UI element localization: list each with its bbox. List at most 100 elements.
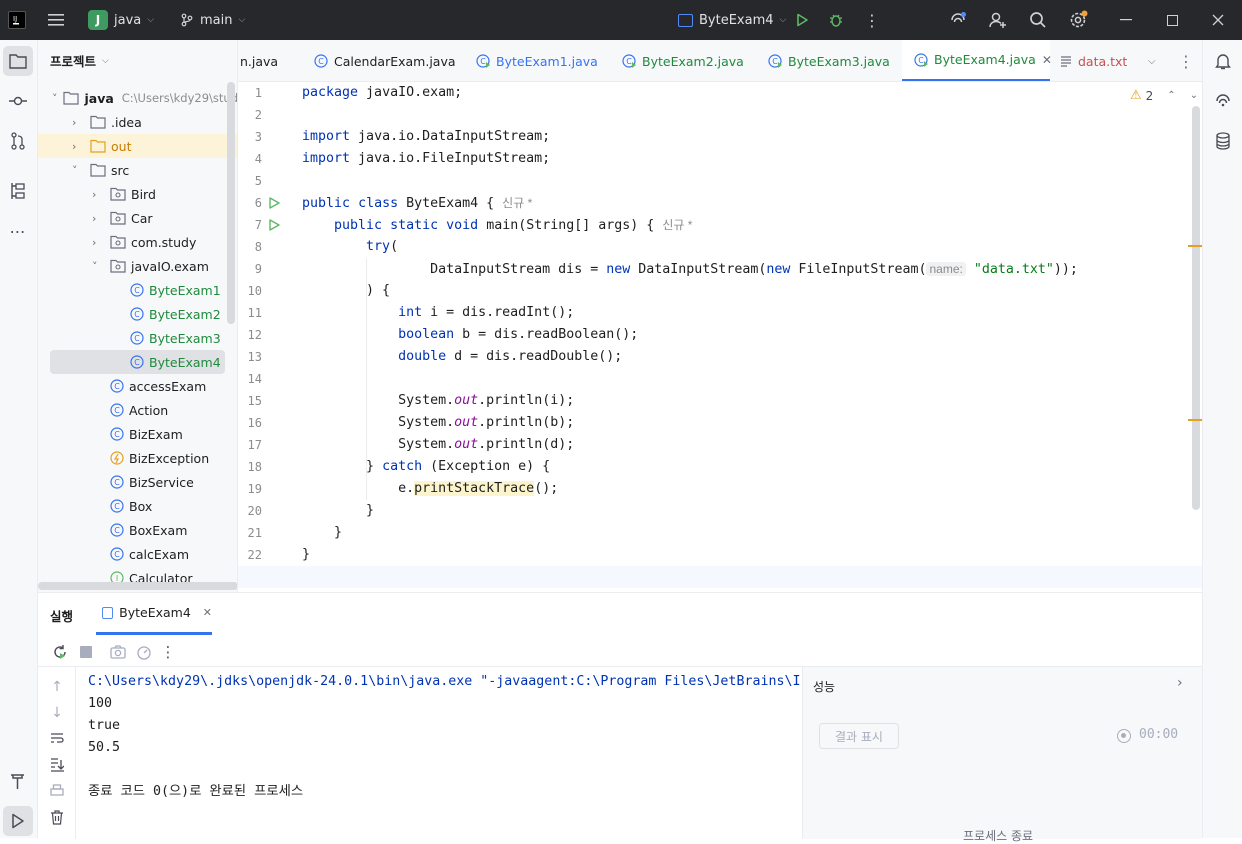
code-editor[interactable]: package javaIO.exam; import java.io.Data… [302,82,1192,592]
run-config-selector[interactable]: ByteExam4 ⌵ [678,9,786,31]
tree-item--idea[interactable]: › .idea [38,110,237,134]
tree-item-javaio-exam[interactable]: ˅ javaIO.exam [38,254,237,278]
tree-item-byteexam4[interactable]: C ByteExam4 [50,350,225,374]
print-icon[interactable] [47,781,67,801]
tab-byteexam1[interactable]: C ByteExam1.java [476,40,598,81]
project-switcher[interactable]: J java ⌵ [88,9,154,31]
chevron-right-icon[interactable]: › [72,116,90,129]
tab-byteexam3[interactable]: C ByteExam3.java [768,40,890,81]
line-number[interactable]: 2 [238,108,262,122]
tab-more-icon[interactable]: ⋮ [1178,40,1194,81]
ai-assistant-icon[interactable] [946,8,970,32]
run-tool-icon[interactable] [3,806,33,836]
tree-item-bird[interactable]: › Bird [38,182,237,206]
more-actions-icon[interactable]: ⋮ [862,10,882,30]
structure-icon[interactable] [3,176,33,206]
branch-switcher[interactable]: main ⌵ [180,9,245,31]
line-number[interactable]: 22 [238,548,262,562]
tree-vertical-scrollbar[interactable] [227,82,235,324]
camera-icon[interactable] [108,642,128,662]
line-number[interactable]: 7 [238,218,262,232]
line-number[interactable]: 12 [238,328,262,342]
warning-stripe-marker[interactable] [1188,419,1202,421]
chevron-right-icon[interactable]: › [1177,675,1183,691]
line-number[interactable]: 16 [238,416,262,430]
tree-item-byteexam3[interactable]: C ByteExam3 [38,326,237,350]
line-number[interactable]: 9 [238,262,262,276]
run-gutter-icon[interactable] [268,197,280,209]
scroll-down-icon[interactable]: ↓ [47,703,67,723]
tree-item-java[interactable]: ˅ java C:\Users\kdy29\stud [38,86,237,110]
warning-stripe-marker[interactable] [1188,245,1202,247]
tree-item-com-study[interactable]: › com.study [38,230,237,254]
tree-item-bizexception[interactable]: BizException [38,446,237,470]
add-user-icon[interactable] [986,8,1010,32]
line-number[interactable]: 21 [238,526,262,540]
chevron-down-icon[interactable]: ˅ [92,260,110,273]
more-tools-icon[interactable]: ⋯ [3,216,33,246]
tree-item-src[interactable]: ˅ src [38,158,237,182]
tab-partial[interactable]: n.java [240,40,278,81]
line-number[interactable]: 19 [238,482,262,496]
run-tab-byteexam4[interactable]: ByteExam4 ✕ [96,593,212,635]
scroll-up-icon[interactable]: ↑ [47,677,67,697]
line-number[interactable]: 3 [238,130,262,144]
search-icon[interactable] [1026,8,1050,32]
tree-item-bizexam[interactable]: C BizExam [38,422,237,446]
tab-byteexam2[interactable]: C ByteExam2.java [622,40,744,81]
main-menu-icon[interactable] [44,8,68,32]
chevron-right-icon[interactable]: › [92,212,110,225]
rerun-icon[interactable] [50,642,70,662]
line-number[interactable]: 13 [238,350,262,364]
line-number[interactable]: 15 [238,394,262,408]
tree-item-byteexam1[interactable]: C ByteExam1 [38,278,237,302]
clear-console-icon[interactable] [47,807,67,827]
tree-item-boxexam[interactable]: C BoxExam [38,518,237,542]
close-window-icon[interactable] [1208,10,1228,30]
line-number[interactable]: 20 [238,504,262,518]
tree-item-byteexam2[interactable]: C ByteExam2 [38,302,237,326]
tree-item-bizservice[interactable]: C BizService [38,470,237,494]
tab-list-chevron-icon[interactable]: ⌵ [1148,40,1156,81]
minimize-icon[interactable] [1116,10,1136,30]
stop-icon[interactable] [76,642,96,662]
show-results-button[interactable]: 결과 표시 [819,723,899,749]
notifications-icon[interactable] [1208,46,1238,76]
pull-requests-icon[interactable] [3,126,33,156]
settings-icon[interactable] [1066,8,1090,32]
close-tab-icon[interactable]: ✕ [1042,53,1052,67]
line-number[interactable]: 18 [238,460,262,474]
profiler-icon[interactable] [134,642,154,662]
tree-horizontal-scrollbar[interactable] [38,582,237,590]
chevron-right-icon[interactable]: › [72,140,90,153]
line-number[interactable]: 1 [238,86,262,100]
tab-byteexam4-active[interactable]: C ByteExam4.java ✕ [902,40,1052,81]
chevron-down-icon[interactable]: ˅ [72,164,90,177]
close-tab-icon[interactable]: ✕ [203,606,212,619]
more-run-actions-icon[interactable]: ⋮ [158,642,178,662]
run-icon[interactable] [792,10,812,30]
commit-icon[interactable] [3,86,33,116]
console-output[interactable]: C:\Users\kdy29\.jdks\openjdk-24.0.1\bin\… [88,667,800,839]
tree-item-box[interactable]: C Box [38,494,237,518]
line-number[interactable]: 5 [238,174,262,188]
line-number[interactable]: 14 [238,372,262,386]
line-number[interactable]: 11 [238,306,262,320]
line-number[interactable]: 6 [238,196,262,210]
tree-item-accessexam[interactable]: CaccessExam [38,374,237,398]
tab-calendar-exam[interactable]: C CalendarExam.java [314,40,456,81]
line-number[interactable]: 8 [238,240,262,254]
soft-wrap-icon[interactable] [47,729,67,749]
ai-chat-icon[interactable] [1208,86,1238,116]
maximize-icon[interactable] [1162,10,1182,30]
chevron-right-icon[interactable]: › [92,188,110,201]
run-gutter-icon[interactable] [268,219,280,231]
debug-icon[interactable] [826,10,846,30]
build-icon[interactable] [3,766,33,796]
tree-item-out[interactable]: › out [38,134,237,158]
tree-item-action[interactable]: C Action [38,398,237,422]
line-number[interactable]: 4 [238,152,262,166]
scroll-to-end-icon[interactable] [47,755,67,775]
tab-data-txt[interactable]: data.txt [1060,40,1127,81]
line-number[interactable]: 10 [238,284,262,298]
